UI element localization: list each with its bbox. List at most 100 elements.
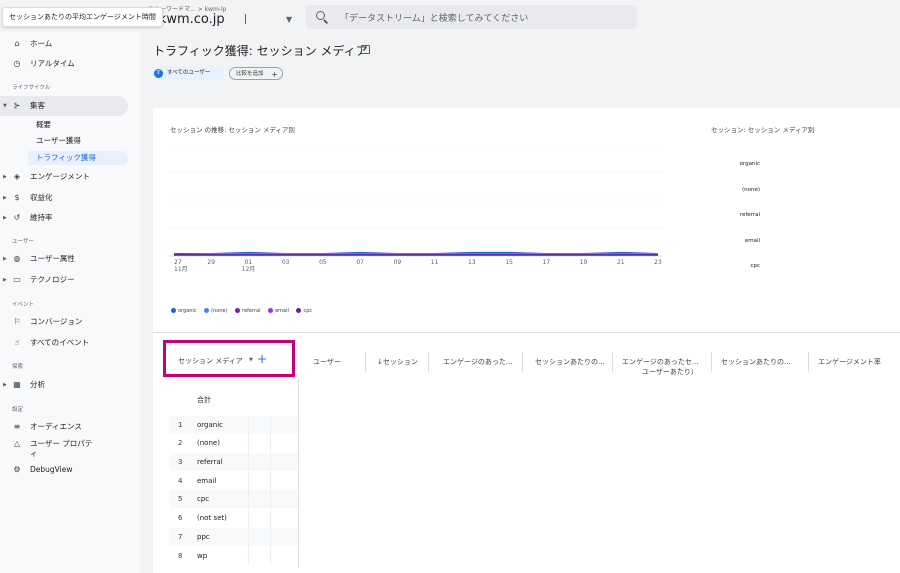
clock-icon: ◷ (13, 59, 21, 68)
legend-item[interactable]: organic (171, 308, 197, 314)
sidebar-subitem-overview[interactable]: 概要 (36, 118, 51, 132)
segment-chip-all-users[interactable]: す すべてのユーザー (152, 67, 224, 80)
chevron-down-icon[interactable]: ▼ (249, 357, 253, 363)
sidebar-item-realtime[interactable]: ◷ リアルタイム (0, 56, 136, 72)
sidebar-item-label: リアルタイム (30, 59, 75, 68)
cell-separator (270, 547, 271, 565)
sidebar-item-acquisition[interactable]: ▼ ⊱ 集客 (0, 96, 128, 116)
sidebar-item-label: テクノロジー (30, 275, 75, 284)
table-row[interactable]: 2 (none) (170, 434, 298, 452)
row-dimension-value: organic (197, 421, 224, 429)
sidebar-item-label: コンバージョン (30, 317, 83, 326)
table-row[interactable]: 1 organic (170, 416, 298, 434)
sidebar-subitem-user-acquisition[interactable]: ユーザー獲得 (36, 134, 81, 148)
table-row[interactable]: 5 cpc (170, 490, 298, 508)
sidebar-item-analysis[interactable]: ▶ ▦ 分析 (0, 377, 136, 393)
sidebar-item-label: エンゲージメント (30, 172, 90, 181)
sidebar-item-label: ホーム (30, 39, 53, 48)
sidebar-item-conversions[interactable]: ⚐ コンバージョン (0, 314, 136, 330)
tag-icon: ◈ (13, 172, 21, 181)
cell-separator (270, 434, 271, 452)
sidebar-item-user-properties-wrap: ィ (0, 446, 136, 462)
chevron-down-icon[interactable]: ▼ (286, 15, 292, 24)
legend-item[interactable]: cpc (296, 308, 312, 314)
dimension-selector[interactable]: セッション メディア (178, 356, 243, 366)
home-icon: ⌂ (14, 39, 20, 48)
table-divider (298, 378, 299, 568)
cell-separator (270, 453, 271, 471)
table-row[interactable]: 4 email (170, 472, 298, 490)
x-tick-label: 21 (617, 259, 625, 266)
column-header-users[interactable]: ユーザー (313, 357, 341, 367)
cell-separator (248, 509, 249, 527)
add-comparison-label: 比較を追加 (236, 71, 264, 77)
search-placeholder: 「データストリーム」と検索してみてください (340, 14, 529, 24)
sidebar-item-engagement[interactable]: ▶ ◈ エンゲージメント (0, 169, 136, 185)
search-icon (316, 11, 325, 20)
row-number: 1 (178, 421, 183, 429)
sidebar-item-technology[interactable]: ▶ ▭ テクノロジー (0, 272, 136, 288)
row-dimension-value: cpc (197, 495, 210, 503)
sidebar-item-home[interactable]: ⌂ ホーム (0, 36, 136, 52)
x-tick-label: 17 (542, 259, 550, 266)
sidebar-item-label: 集客 (30, 101, 45, 110)
table-row[interactable]: 8 wp (170, 547, 298, 565)
row-number: 6 (178, 514, 183, 522)
legend-label: organic (178, 308, 197, 314)
sidebar-item-user-attributes[interactable]: ▶ ◍ ユーザー属性 (0, 251, 136, 267)
plus-icon: + (271, 70, 278, 79)
column-header-engaged-per-user[interactable]: エンゲージのあったセ... (622, 357, 699, 367)
devices-icon: ▭ (13, 275, 21, 284)
column-separator (711, 352, 712, 372)
audience-icon: ≡ (13, 422, 21, 431)
retention-icon: ↺ (13, 213, 21, 222)
expand-arrow-icon: ▼ (3, 103, 7, 109)
table-row[interactable]: 6 (not set) (170, 509, 298, 527)
legend-item[interactable]: referral (235, 308, 260, 314)
add-comparison-button[interactable]: 比較を追加 + (229, 67, 283, 80)
cell-separator (270, 528, 271, 546)
search-input[interactable]: 「データストリーム」と検索してみてください (306, 5, 637, 29)
x-tick-label: 09 (394, 259, 402, 266)
column-header-engaged-sessions[interactable]: エンゲージのあった... (443, 357, 513, 367)
bar-chart-label: referral (739, 212, 760, 218)
line-chart[interactable]: 27 29 01 03 05 07 09 11 13 15 17 19 21 23 11月 12月 (170, 144, 662, 322)
expand-arrow-icon: ▶ (3, 382, 7, 388)
total-row-label: 合計 (197, 396, 211, 404)
table-row[interactable]: 7 ppc (170, 528, 298, 546)
column-header-avg-engagement-time[interactable]: セッションあたりの... (721, 357, 791, 367)
add-dimension-button[interactable]: + (257, 352, 267, 366)
column-header-engagement-rate[interactable]: エンゲージメント率 (818, 357, 881, 367)
sidebar-item-retention[interactable]: ▶ ↺ 維持率 (0, 210, 136, 226)
gear-icon: ⚙ (13, 465, 21, 474)
sidebar-item-audiences[interactable]: ≡ オーディエンス (0, 419, 136, 435)
bar-chart-label: (none) (741, 187, 760, 193)
row-number: 4 (178, 477, 183, 485)
column-header-sessions[interactable]: ↓セッション (377, 357, 418, 367)
sidebar-item-monetization[interactable]: ▶ $ 収益化 (0, 190, 136, 206)
sidebar-item-all-events[interactable]: ☝ すべてのイベント (0, 335, 136, 351)
sidebar-item-debugview[interactable]: ⚙ DebugView (0, 462, 136, 478)
table-row[interactable]: 3 referral (170, 453, 298, 471)
x-tick-label: 13 (468, 259, 476, 266)
verified-check-icon[interactable]: ✓ (361, 45, 370, 54)
cell-separator (270, 472, 271, 490)
legend-item[interactable]: email (268, 308, 289, 314)
cell-separator (270, 490, 271, 508)
dollar-icon: $ (14, 193, 20, 202)
x-tick-label: 01 (245, 259, 253, 266)
column-separator (612, 352, 613, 372)
x-tick-label: 11 (431, 259, 439, 266)
row-dimension-value: (none) (197, 439, 220, 447)
section-label-event: イベント (12, 302, 35, 308)
analysis-icon: ▦ (13, 380, 21, 389)
section-label-config: 設定 (12, 407, 24, 413)
row-dimension-value: (not set) (197, 514, 227, 522)
section-label-explore: 探索 (12, 364, 24, 370)
sidebar-subitem-traffic-acquisition[interactable]: トラフィック獲得 (28, 151, 128, 165)
row-number: 5 (178, 495, 183, 503)
legend-item[interactable]: (none) (204, 308, 228, 314)
row-dimension-value: referral (197, 458, 223, 466)
x-tick-label: 27 (174, 259, 182, 266)
column-header-sessions-per-user[interactable]: セッションあたりの... (535, 357, 605, 367)
